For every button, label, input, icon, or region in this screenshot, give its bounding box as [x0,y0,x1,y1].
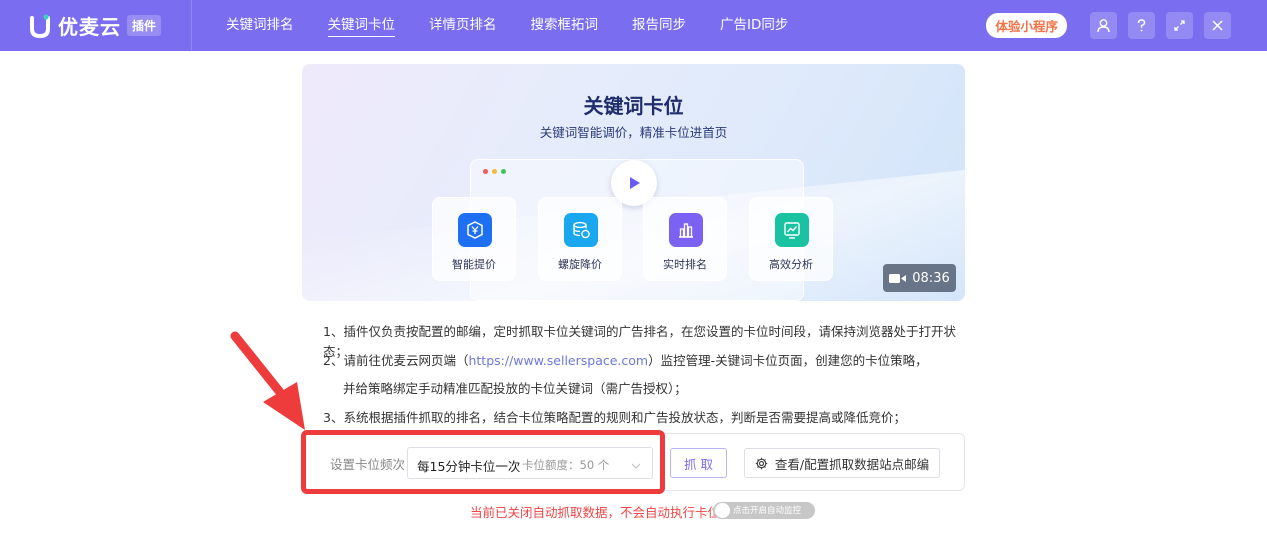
video-camera-icon [889,273,907,283]
auto-fetch-status: 当前已关闭自动抓取数据，不会自动执行卡位 [470,505,721,520]
nav-detail-rank[interactable]: 详情页排名 [429,0,497,51]
instruction-text: 2、请前往优麦云网页端（ [323,352,469,368]
grab-button[interactable]: 抓 取 [670,448,727,478]
nav-search-expand[interactable]: 搜索框拓词 [531,0,599,51]
instruction-line-3: 并给策略绑定手动精准匹配投放的卡位关键词（需广告授权）； [343,381,687,396]
brand: 优麦云 插件 [30,0,192,51]
instruction-line-2: 2、请前往优麦云网页端（https://www.sellerspace.com）… [323,351,963,380]
yen-shield-icon [458,213,492,247]
toggle-label: 点击开启自动监控 [733,506,802,516]
nav-report-sync[interactable]: 报告同步 [632,0,686,51]
brand-logo-icon [30,13,50,38]
feature-card-realtime-rank: 实时排名 [643,197,727,281]
feature-label: 高效分析 [769,258,813,271]
chevron-down-icon [630,457,642,469]
nav-ad-id-sync[interactable]: 广告ID同步 [720,0,788,51]
settings-panel: 设置卡位频次 每15分钟卡位一次 卡位额度：50 个 抓 取 查看/配置抓取数据… [302,433,965,491]
feature-label: 螺旋降价 [558,258,602,271]
instruction-line-1: 1、插件仅负责按配置的邮编，定时抓取卡位关键词的广告排名，在您设置的卡位时间段，… [323,324,956,359]
auto-monitor-toggle[interactable]: 点击开启自动监控 [713,502,815,519]
brand-name: 优麦云 [58,15,121,39]
feature-label: 实时排名 [663,258,707,271]
toggle-knob [715,503,730,518]
frequency-select[interactable]: 每15分钟卡位一次 卡位额度：50 个 [407,447,653,479]
gear-icon [755,457,768,469]
duration-text: 08:36 [912,270,950,286]
close-icon[interactable] [1204,12,1231,39]
sellerspace-link[interactable]: https://www.sellerspace.com [468,353,648,368]
feature-label: 智能提价 [452,258,496,271]
banner-subtitle: 关键词智能调价，精准卡位进首页 [539,125,728,140]
frequency-value: 每15分钟卡位一次 [417,459,521,474]
intro-video-banner[interactable]: 关键词卡位 关键词智能调价，精准卡位进首页 智能提价 螺旋降价 实时排名 高效分… [302,64,965,301]
feature-card-spiral-drop: 螺旋降价 [538,197,622,281]
feature-card-smart-raise: 智能提价 [432,197,516,281]
brand-tag: 插件 [127,15,162,36]
main-nav: 关键词排名 关键词卡位 详情页排名 搜索框拓词 报告同步 广告ID同步 [226,0,822,51]
feature-card-efficient-analysis: 高效分析 [749,197,833,281]
config-zipcode-button[interactable]: 查看/配置抓取数据站点邮编 [744,448,940,478]
help-icon[interactable] [1128,12,1155,39]
window-dots [483,169,510,174]
analysis-icon [775,213,809,247]
user-icon[interactable] [1090,12,1117,39]
banner-title: 关键词卡位 [583,94,684,118]
instruction-text: ）监控管理-关键词卡位页面，创建您的卡位策略， [648,352,928,368]
frequency-label: 设置卡位频次 [330,457,406,472]
instruction-line-4: 3、系统根据插件抓取的排名，结合卡位策略配置的规则和广告投放状态，判断是否需要提… [323,409,906,425]
instructions: 1、插件仅负责按配置的邮编，定时抓取卡位关键词的广告排名，在您设置的卡位时间段，… [323,322,963,436]
top-bar: 优麦云 插件 关键词排名 关键词卡位 详情页排名 搜索框拓词 报告同步 广告ID… [0,0,1267,51]
config-button-label: 查看/配置抓取数据站点邮编 [774,456,930,472]
red-arrow-icon [230,331,305,430]
video-duration: 08:36 [883,264,956,292]
top-right-actions: 体验小程序 [986,0,1231,51]
nav-keyword-rank[interactable]: 关键词排名 [226,0,294,51]
coins-icon [564,213,598,247]
nav-keyword-position[interactable]: 关键词卡位 [327,0,395,51]
quota-text: 卡位额度：50 个 [522,458,610,472]
mini-program-button[interactable]: 体验小程序 [986,13,1067,38]
expand-icon[interactable] [1166,12,1193,39]
bar-chart-icon [669,213,703,247]
